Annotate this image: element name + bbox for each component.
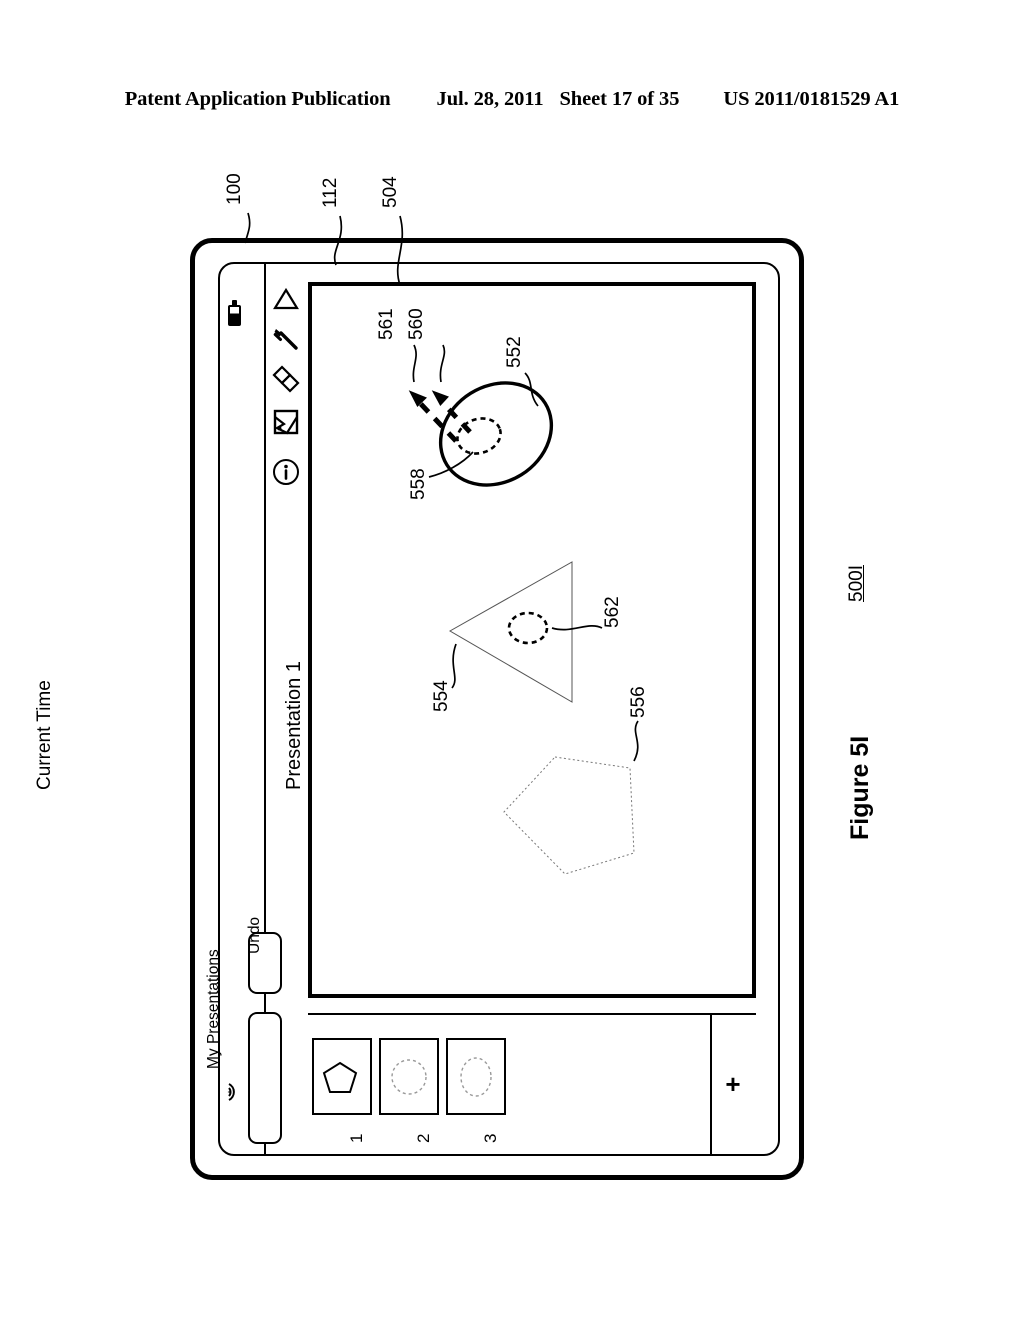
add-slide-button[interactable]: + xyxy=(710,1013,756,1156)
undo-button-label: Undo xyxy=(246,916,264,954)
slide-thumbnail-strip xyxy=(308,1013,756,1156)
my-presentations-button[interactable]: My Presentations xyxy=(205,949,282,1144)
wifi-signal-icon xyxy=(226,1080,246,1104)
figure-reference-number: 500I xyxy=(846,565,867,602)
list-item[interactable] xyxy=(446,1038,506,1115)
publication-label: Patent Application Publication xyxy=(124,88,391,110)
callout-112: 112 xyxy=(320,178,341,208)
callout-100: 100 xyxy=(224,173,245,205)
diamonds-icon[interactable] xyxy=(271,364,301,394)
battery-icon xyxy=(228,300,243,326)
sheet-label: Sheet 17 of 35 xyxy=(559,88,680,110)
list-item[interactable] xyxy=(379,1038,439,1115)
patent-number: US 2011/0181529 A1 xyxy=(723,88,900,110)
page-header: Patent Application Publication Jul. 28, … xyxy=(0,88,1024,111)
figure-caption: Figure 5I xyxy=(846,735,874,840)
thumbnail-number: 2 xyxy=(414,1133,433,1143)
callout-504: 504 xyxy=(380,176,401,208)
thumbnail-number: 1 xyxy=(347,1133,366,1143)
publication-date: Jul. 28, 2011 xyxy=(436,88,544,110)
list-item[interactable] xyxy=(312,1038,372,1115)
thumbnail-number: 3 xyxy=(481,1133,500,1143)
wrench-icon[interactable] xyxy=(271,324,301,354)
slide-canvas[interactable] xyxy=(308,282,756,998)
current-time-label: Current Time xyxy=(34,680,55,790)
info-circle-icon[interactable] xyxy=(271,457,301,487)
my-presentations-button-label: My Presentations xyxy=(205,949,223,1069)
page-title: Presentation 1 xyxy=(283,661,305,790)
undo-button[interactable]: Undo xyxy=(246,917,282,994)
image-icon[interactable] xyxy=(271,407,301,437)
triangle-shape-icon[interactable] xyxy=(271,284,301,314)
